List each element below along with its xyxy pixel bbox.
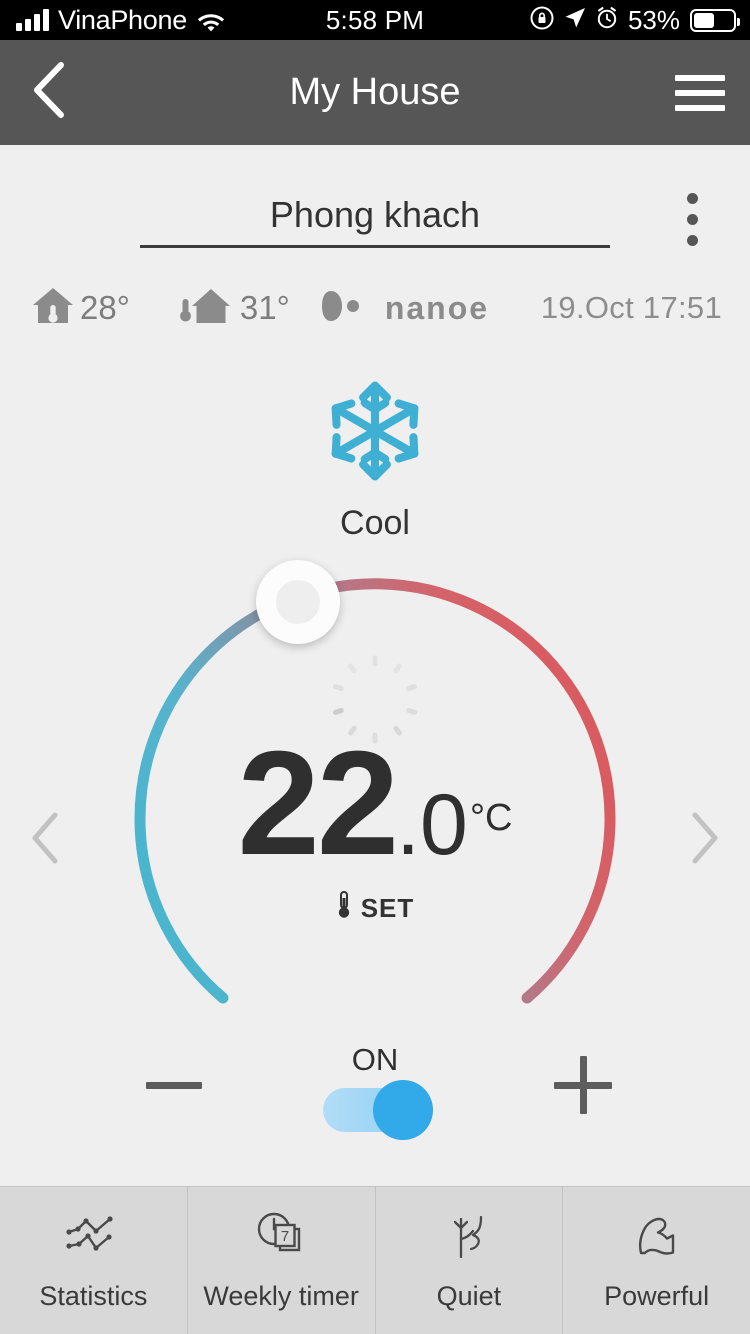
status-bar-clock: 5:58 PM — [325, 4, 425, 35]
loading-spinner-icon — [332, 653, 418, 744]
bottom-tab-powerful[interactable]: Powerful — [563, 1187, 750, 1334]
temperature-unit: °C — [469, 797, 513, 839]
minus-icon[interactable] — [146, 1082, 202, 1089]
status-bar: VinaPhone 5:58 PM 53% — [0, 0, 750, 40]
app-header: My House — [0, 40, 750, 145]
chevron-left-icon — [30, 812, 60, 869]
svg-text:7: 7 — [281, 1228, 289, 1245]
house-thermometer-outside-icon — [178, 283, 236, 334]
bottom-tab-statistics[interactable]: Statistics — [0, 1187, 188, 1334]
nanoe-indicator: nanoe — [321, 287, 490, 330]
set-label-row: SET — [0, 890, 750, 927]
snowflake-icon — [321, 381, 429, 489]
room-name[interactable]: Phong khach — [140, 187, 610, 243]
operation-mode-label: Cool — [340, 504, 410, 542]
bottom-tab-label: Weekly timer — [203, 1281, 359, 1311]
bottom-tab-quiet[interactable]: Quiet — [376, 1187, 564, 1334]
nanoe-logo-icon — [321, 287, 376, 330]
clock-calendar-icon: 7 — [253, 1209, 309, 1265]
indoor-temperature-value: 28° — [80, 289, 130, 326]
dial-handle[interactable] — [256, 560, 340, 644]
more-vertical-icon[interactable] — [670, 191, 714, 247]
power-toggle-group[interactable]: ON — [323, 1042, 433, 1140]
temperature-integer: 22 — [237, 721, 400, 886]
chevron-right-icon — [690, 812, 720, 869]
room-name-underline — [140, 245, 610, 248]
outdoor-temperature: 31° — [178, 283, 290, 334]
bottom-tab-weekly-timer[interactable]: 7 Weekly timer — [188, 1187, 376, 1334]
thermometer-icon — [336, 890, 352, 927]
battery-icon — [690, 8, 740, 32]
temperature-decimal: .0 — [396, 777, 468, 873]
house-thermometer-inside-icon — [30, 283, 76, 334]
outdoor-temperature-value: 31° — [239, 289, 290, 326]
indoor-temperature: 28° — [30, 283, 130, 334]
previous-device-button[interactable] — [10, 805, 80, 875]
page-title: My House — [289, 71, 461, 113]
bottom-tab-bar: Statistics 7 Weekly timer Quiet Powerful — [0, 1186, 750, 1334]
plus-icon[interactable] — [554, 1056, 612, 1114]
quiet-leaf-icon — [445, 1209, 493, 1265]
power-state-label: ON — [351, 1042, 399, 1077]
room-info-row: 28° 31° nanoe 19.Oct 17:51 — [0, 279, 750, 337]
line-chart-icon — [65, 1209, 121, 1265]
next-device-button[interactable] — [670, 805, 740, 875]
set-temperature-display: 22 .0 °C — [0, 721, 750, 886]
nanoe-label: nanoe — [384, 289, 490, 326]
operation-mode[interactable]: Cool — [0, 377, 750, 543]
bottom-tab-label: Quiet — [436, 1281, 502, 1311]
last-update-timestamp: 19.Oct 17:51 — [540, 290, 722, 325]
temperature-dial[interactable]: 22 .0 °C SET — [0, 555, 750, 1025]
room-selector[interactable]: Phong khach — [0, 187, 750, 257]
flexed-bicep-icon — [629, 1209, 685, 1265]
power-toggle[interactable] — [323, 1080, 433, 1140]
temperature-controls: ON — [0, 1030, 750, 1170]
set-label: SET — [360, 893, 415, 923]
bottom-tab-label: Statistics — [39, 1281, 148, 1311]
bottom-tab-label: Powerful — [604, 1281, 710, 1311]
